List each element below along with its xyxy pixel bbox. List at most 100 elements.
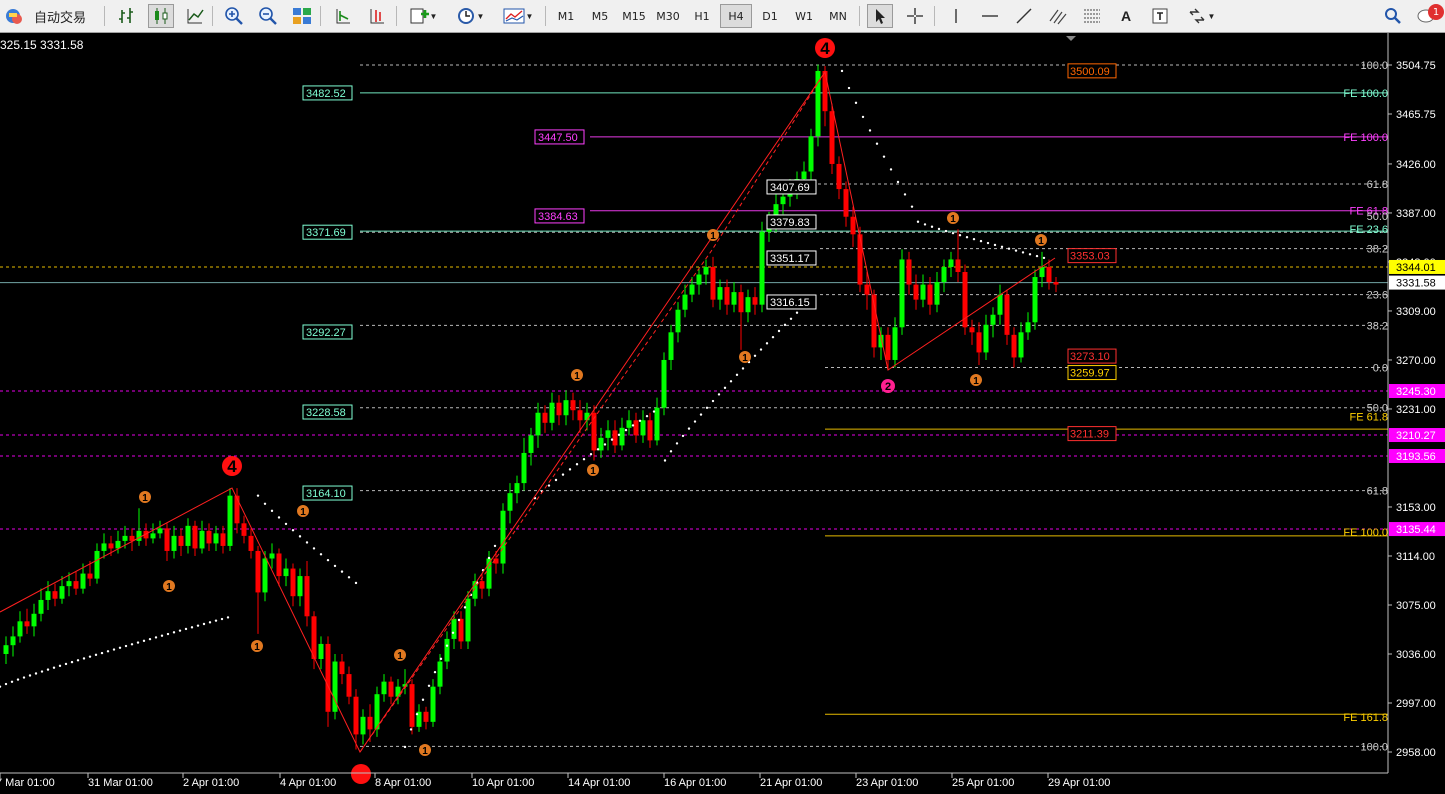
zigzag-line[interactable]	[0, 70, 1056, 753]
candle-body[interactable]	[283, 568, 289, 577]
candle-body[interactable]	[822, 70, 828, 112]
candle-body[interactable]	[668, 332, 674, 360]
candle-body[interactable]	[605, 430, 611, 438]
tf-d1[interactable]: D1	[754, 4, 786, 28]
candle-body[interactable]	[612, 430, 618, 446]
tf-mn[interactable]: MN	[822, 4, 854, 28]
candle-body[interactable]	[409, 684, 415, 727]
candle-body[interactable]	[206, 530, 212, 544]
candle-body[interactable]	[626, 420, 632, 428]
candle-body[interactable]	[437, 661, 443, 687]
candle-body[interactable]	[290, 568, 296, 597]
cursor-tool[interactable]	[867, 4, 893, 28]
horizontal-line-tool[interactable]	[977, 4, 1003, 28]
candle-body[interactable]	[808, 136, 814, 172]
tf-m30[interactable]: M30	[652, 4, 684, 28]
candle-body[interactable]	[899, 259, 905, 328]
text-tool[interactable]: A	[1113, 4, 1139, 28]
candle-body[interactable]	[675, 309, 681, 333]
zoom-in-button[interactable]	[221, 4, 247, 28]
candle-body[interactable]	[892, 327, 898, 360]
candle-body[interactable]	[318, 643, 324, 660]
candle-body[interactable]	[738, 292, 744, 313]
candle-body[interactable]	[633, 420, 639, 436]
candle-body[interactable]	[122, 535, 128, 541]
candle-body[interactable]	[1025, 322, 1031, 333]
candle-body[interactable]	[3, 645, 9, 654]
candle-body[interactable]	[465, 598, 471, 642]
candle-body[interactable]	[563, 400, 569, 416]
candle-body[interactable]	[241, 523, 247, 536]
candle-body[interactable]	[213, 533, 219, 544]
candle-body[interactable]	[976, 332, 982, 353]
candle-body[interactable]	[1011, 334, 1017, 358]
candle-body[interactable]	[45, 591, 51, 600]
candle-body[interactable]	[10, 636, 16, 646]
candle-body[interactable]	[178, 535, 184, 546]
candle-body[interactable]	[556, 402, 562, 416]
candle-body[interactable]	[1046, 266, 1052, 283]
candle-body[interactable]	[829, 111, 835, 164]
candle-body[interactable]	[346, 674, 352, 697]
candle-body[interactable]	[535, 412, 541, 436]
candle-body[interactable]	[171, 535, 177, 551]
candle-body[interactable]	[927, 284, 933, 305]
candle-body[interactable]	[934, 282, 940, 305]
candle-body[interactable]	[339, 661, 345, 675]
candle-body[interactable]	[381, 681, 387, 695]
candle-body[interactable]	[101, 543, 107, 551]
candle-body[interactable]	[528, 435, 534, 453]
candle-body[interactable]	[542, 412, 548, 423]
candle-body[interactable]	[444, 638, 450, 662]
candle-body[interactable]	[458, 618, 464, 642]
chart-shift-marker[interactable]	[1066, 36, 1076, 41]
candle-body[interactable]	[255, 550, 261, 593]
candle-body[interactable]	[843, 189, 849, 217]
candle-body[interactable]	[1032, 277, 1038, 323]
candle-body[interactable]	[136, 530, 142, 541]
candle-body[interactable]	[584, 412, 590, 421]
candle-body[interactable]	[17, 621, 23, 637]
tf-h1[interactable]: H1	[686, 4, 718, 28]
candle-body[interactable]	[38, 599, 44, 614]
candle-body[interactable]	[1053, 282, 1059, 285]
candle-body[interactable]	[192, 525, 198, 549]
candle-body[interactable]	[850, 216, 856, 235]
channel-tool[interactable]	[1045, 4, 1071, 28]
candle-body[interactable]	[297, 576, 303, 597]
tf-m15[interactable]: M15	[618, 4, 650, 28]
candle-body[interactable]	[745, 297, 751, 313]
candle-body[interactable]	[997, 294, 1003, 315]
candle-body[interactable]	[696, 274, 702, 285]
fibonacci-tool[interactable]	[1079, 4, 1105, 28]
candle-body[interactable]	[367, 716, 373, 730]
candle-body[interactable]	[661, 359, 667, 408]
candle-body[interactable]	[276, 553, 282, 577]
candle-body[interactable]	[353, 696, 359, 735]
candle-body[interactable]	[185, 525, 191, 546]
candle-body[interactable]	[577, 410, 583, 421]
candle-body[interactable]	[59, 586, 65, 599]
candle-body[interactable]	[920, 284, 926, 300]
candle-body[interactable]	[31, 613, 37, 627]
tile-windows-button[interactable]	[289, 4, 315, 28]
candle-body[interactable]	[451, 618, 457, 639]
candle-body[interactable]	[731, 292, 737, 305]
candle-body[interactable]	[199, 530, 205, 549]
candle-body[interactable]	[234, 495, 240, 524]
candle-body[interactable]	[227, 495, 233, 546]
candle-body[interactable]	[150, 533, 156, 539]
scroll-end-button[interactable]	[330, 4, 356, 28]
candle-body[interactable]	[857, 234, 863, 285]
candle-body[interactable]	[388, 681, 394, 697]
arrows-tool[interactable]: ▼	[1181, 4, 1221, 28]
price-chart[interactable]: 3482.52 3447.50 3384.63 3371.69 3292.27 3228.…	[0, 33, 1445, 794]
candle-body[interactable]	[598, 437, 604, 451]
candle-body[interactable]	[514, 483, 520, 494]
candle-body[interactable]	[549, 402, 555, 423]
candle-body[interactable]	[304, 576, 310, 617]
candle-body[interactable]	[941, 266, 947, 283]
candle-body[interactable]	[430, 686, 436, 722]
candle-body[interactable]	[262, 558, 268, 593]
crosshair-tool[interactable]	[902, 4, 928, 28]
